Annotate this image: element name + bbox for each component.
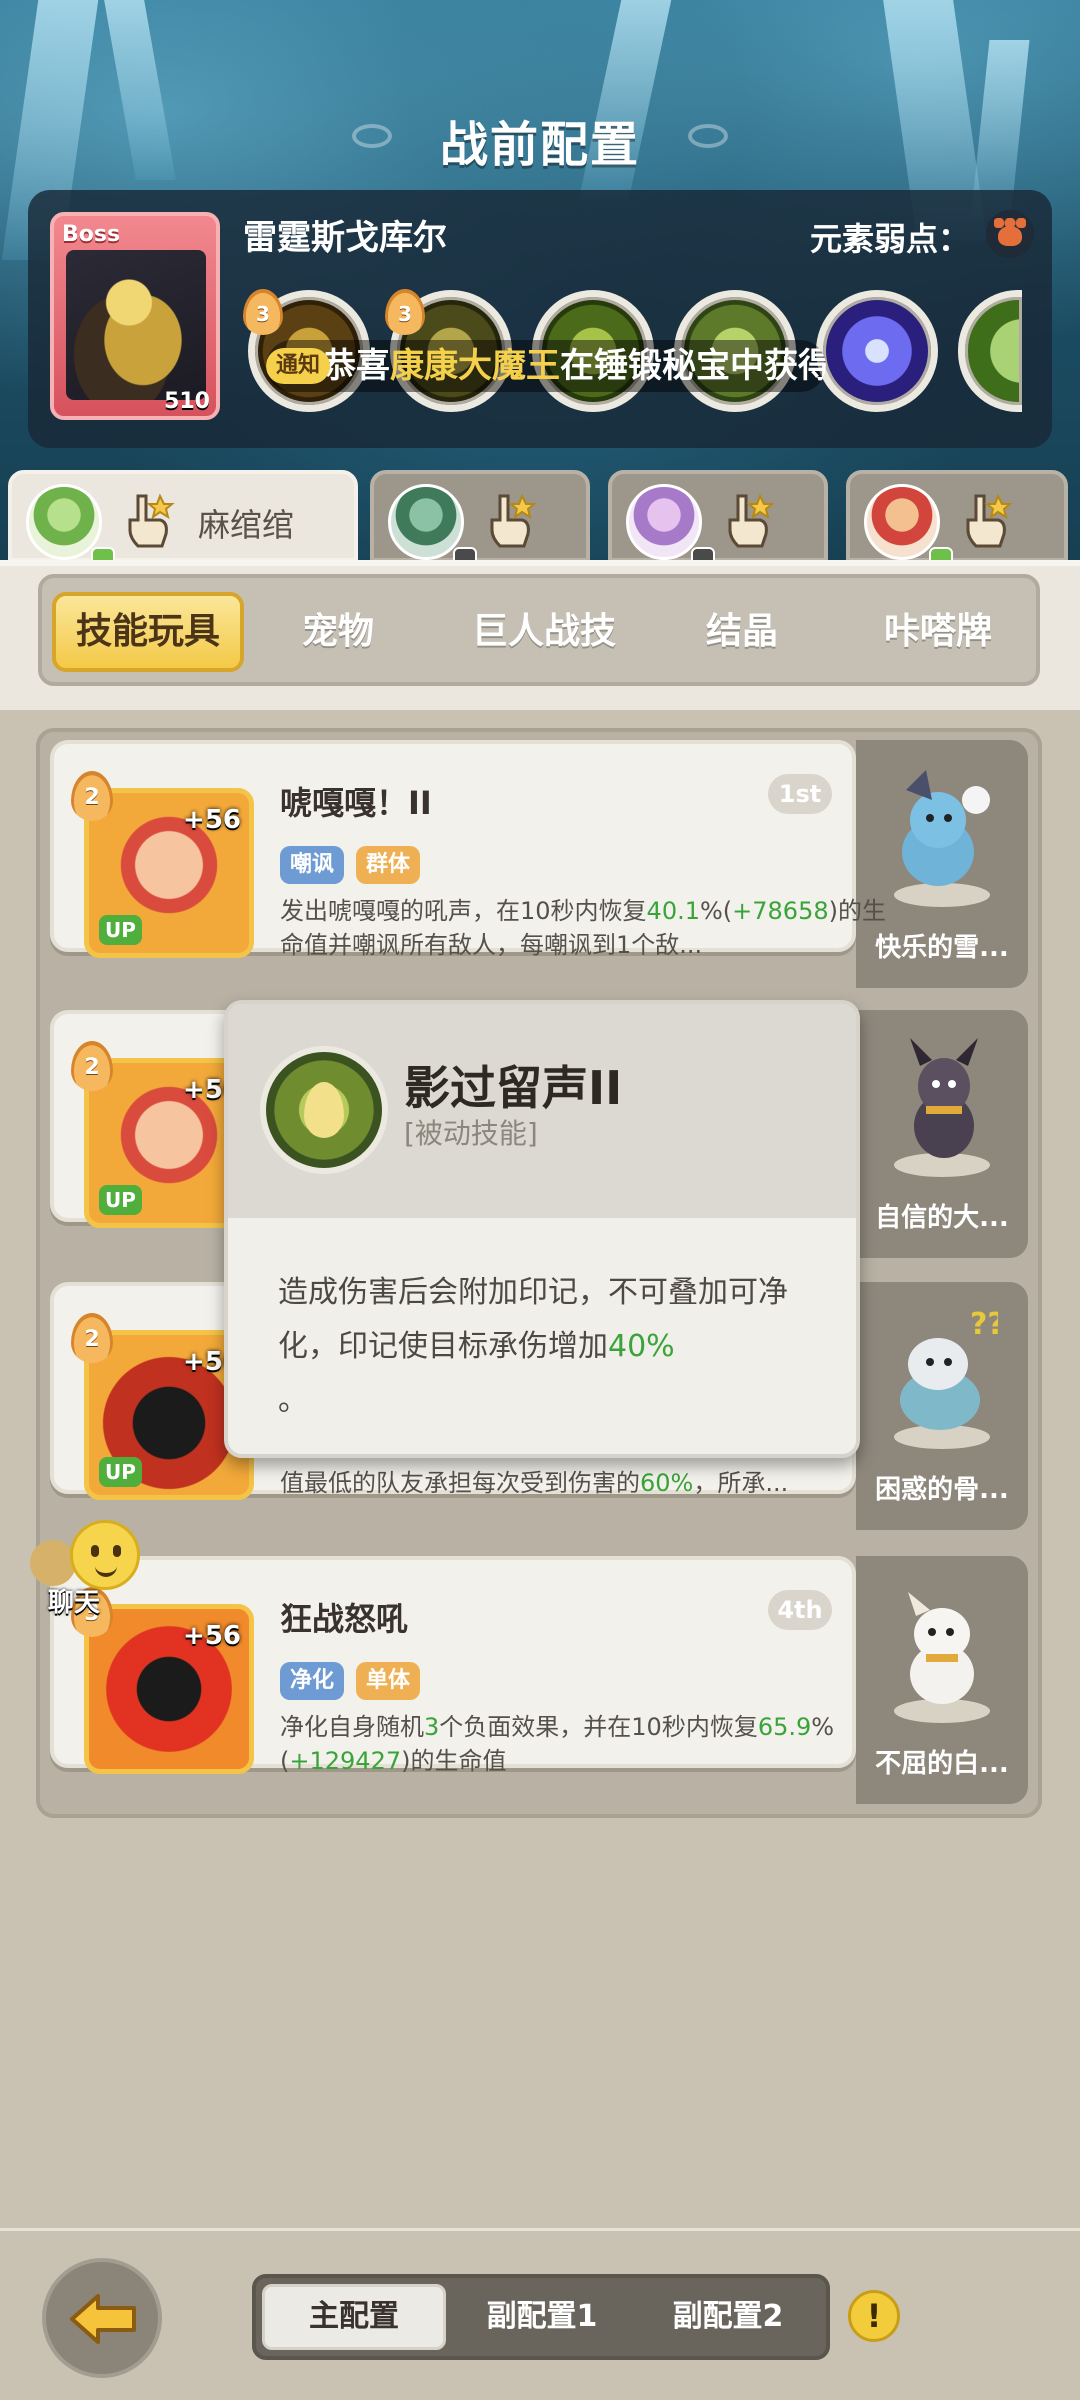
tab-pets[interactable]: 宠物 — [268, 592, 408, 672]
character-avatar — [26, 484, 115, 571]
character-tab[interactable] — [370, 470, 590, 571]
character-tab[interactable] — [608, 470, 828, 571]
paw-element-icon[interactable] — [986, 210, 1034, 258]
tab-skill-toys[interactable]: 技能玩具 — [52, 592, 244, 672]
boss-skill-orb[interactable] — [816, 290, 938, 412]
boss-panel: Boss 510 雷霆斯戈库尔 元素弱点： 3 3 通知 恭喜康康大魔王在锤锻秘… — [28, 190, 1052, 448]
skill-description: 值最低的队友承担每次受到伤害的60%，所承... — [280, 1469, 789, 1497]
info-icon[interactable]: ! — [848, 2290, 900, 2342]
tap-hand-icon — [728, 493, 775, 548]
chat-button[interactable]: 聊天 — [30, 1520, 150, 1630]
character-avatar — [626, 484, 715, 571]
tap-hand-icon — [966, 493, 1013, 548]
upgrade-badge: UP — [99, 915, 142, 945]
character-avatar — [388, 484, 477, 571]
page-title: 战前配置 — [439, 117, 640, 173]
skill-title: 唬嘎嘎！II — [280, 784, 432, 822]
skill-tag: 群体 — [356, 846, 421, 884]
skill-tooltip-popup: 影过留声II [被动技能] 造成伤害后会附加印记，不可叠加可净化，印记使目标承伤… — [224, 1000, 860, 1458]
tap-hand-icon — [128, 493, 175, 548]
boss-portrait — [66, 250, 206, 400]
pet-card[interactable]: 自信的大... — [856, 1010, 1028, 1258]
character-tab[interactable] — [846, 470, 1068, 571]
tab-sub-config-1[interactable]: 副配置1 — [452, 2284, 632, 2350]
upgrade-badge: UP — [99, 1185, 142, 1215]
character-name: 麻绾绾 — [198, 506, 295, 544]
chat-label: 聊天 — [48, 1588, 101, 1618]
pet-portrait — [894, 1038, 990, 1177]
notice-text: 恭喜康康大魔王在锤锻秘宝中获得了 — [322, 346, 826, 386]
notice-ticker: 通知 恭喜康康大魔王在锤锻秘宝中获得了 — [266, 340, 826, 392]
skill-level-badge: 3 — [385, 289, 425, 335]
skill-level-badge: 2 — [71, 1041, 113, 1091]
back-button[interactable] — [42, 2258, 162, 2378]
skill-tag: 净化 — [280, 1662, 345, 1700]
title-ornament-right — [688, 124, 728, 148]
boss-skill-orb[interactable] — [958, 290, 1022, 412]
category-tabs: 技能玩具 宠物 巨人战技 结晶 咔嗒牌 — [38, 574, 1040, 686]
boss-name: 雷霆斯戈库尔 — [243, 218, 447, 258]
boss-level: 510 — [164, 389, 210, 414]
boss-tag: Boss — [62, 222, 121, 247]
tab-giant-skills[interactable]: 巨人战技 — [444, 592, 644, 672]
chat-bubble-icon — [30, 1540, 76, 1586]
skill-level-badge: 3 — [243, 289, 283, 335]
smiley-face-icon — [70, 1520, 140, 1590]
popup-subtitle: [被动技能] — [404, 1117, 538, 1150]
popup-description: 造成伤害后会附加印记，不可叠加可净化，印记使目标承伤增加40%。 — [278, 1275, 788, 1418]
skill-title: 狂战怒吼 — [280, 1600, 409, 1638]
svg-text:??: ?? — [970, 1307, 998, 1342]
skill-card[interactable]: 2 +56 UP 唬嘎嘎！II 1st 嘲讽 群体 发出唬嘎嘎的吼声，在10秒内… — [50, 740, 886, 959]
pet-name: 自信的大... — [875, 1203, 1009, 1233]
tab-main-config[interactable]: 主配置 — [262, 2284, 446, 2350]
tab-cards[interactable]: 咔嗒牌 — [848, 592, 1028, 672]
upgrade-badge: UP — [99, 1457, 142, 1487]
popup-title: 影过留声II — [404, 1061, 623, 1115]
skill-description: 净化自身随机3个负面效果，并在10秒内恢复65.9%(+129427)的生命值 — [280, 1713, 835, 1775]
character-avatar — [864, 484, 953, 571]
skill-rank: 4th — [768, 1590, 832, 1630]
notice-tag: 通知 — [266, 348, 331, 384]
skill-icon: 2 +56 UP — [71, 771, 254, 958]
skill-bonus: +56 — [183, 1621, 241, 1651]
skill-description: 发出唬嘎嘎的吼声，在10秒内恢复40.1%(+78658)的生命值并嘲讽所有敌人… — [280, 897, 886, 959]
element-weakness-label: 元素弱点： — [809, 220, 970, 258]
boss-portrait-card[interactable]: Boss 510 — [50, 212, 220, 420]
skill-tag: 嘲讽 — [280, 846, 345, 884]
skill-level-badge: 2 — [71, 771, 113, 821]
skill-bonus: +56 — [183, 805, 241, 835]
config-switcher: 主配置 副配置1 副配置2 — [252, 2274, 830, 2360]
skill-level-badge: 2 — [71, 1313, 113, 1363]
character-tab[interactable]: 麻绾绾 — [8, 470, 358, 571]
tab-crystals[interactable]: 结晶 — [672, 592, 812, 672]
pet-portrait — [894, 770, 990, 907]
pet-portrait: ?? — [894, 1307, 998, 1449]
tap-hand-icon — [490, 493, 537, 548]
back-arrow-icon — [70, 2294, 136, 2344]
tab-sub-config-2[interactable]: 副配置2 — [638, 2284, 818, 2350]
skill-card[interactable]: 3 +56 狂战怒吼 4th 净化 单体 净化自身随机3个负面效果，并在10秒内… — [50, 1556, 856, 1775]
flame-skill-icon — [260, 1046, 388, 1174]
pet-portrait — [894, 1592, 990, 1723]
skill-tag: 单体 — [356, 1662, 421, 1700]
skill-rank: 1st — [768, 774, 832, 814]
